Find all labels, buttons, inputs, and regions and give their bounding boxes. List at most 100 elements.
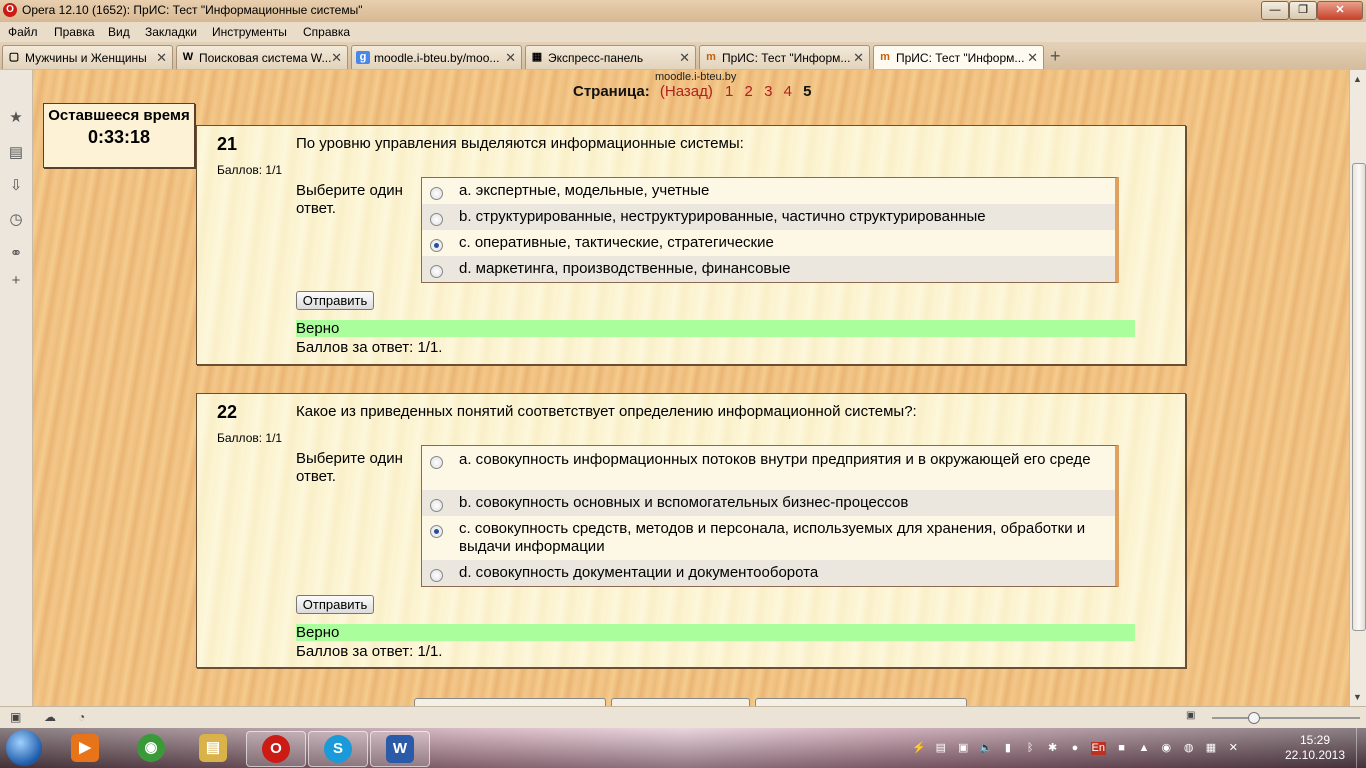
radio-a[interactable] <box>430 456 443 469</box>
page-icon: ▢ <box>8 51 20 63</box>
option-d[interactable]: d. маркетинга, производственные, финансо… <box>422 256 1115 282</box>
tray-app-icon[interactable]: ▤ <box>934 742 947 755</box>
tray-app-icon[interactable]: ▲ <box>1137 742 1150 755</box>
page-link-3[interactable]: 3 <box>764 83 772 100</box>
tray-app-icon[interactable]: ◍ <box>1182 742 1195 755</box>
bluetooth-icon[interactable]: ᛒ <box>1024 742 1037 755</box>
tab-bar: ▢ Мужчины и Женщины ✕ W Поисковая систем… <box>0 42 1366 70</box>
zoom-slider-knob[interactable] <box>1248 712 1260 724</box>
bookmarks-star-icon[interactable]: ★ <box>8 110 24 126</box>
opera-icon[interactable]: O <box>246 731 306 767</box>
submit-button[interactable]: Отправить <box>296 595 374 614</box>
option-c[interactable]: c. оперативные, тактические, стратегичес… <box>422 230 1115 256</box>
option-b[interactable]: b. структурированные, неструктурированны… <box>422 204 1115 230</box>
tray-app-icon[interactable]: ▣ <box>957 742 970 755</box>
menu-help[interactable]: Справка <box>303 25 350 39</box>
radio-a[interactable] <box>430 187 443 200</box>
clock-date: 22.10.2013 <box>1284 748 1346 762</box>
tab-label: Мужчины и Женщины <box>25 51 147 65</box>
option-c-text: c. совокупность средств, методов и персо… <box>459 520 1086 555</box>
tab-1[interactable]: ▢ Мужчины и Женщины ✕ <box>2 45 173 69</box>
option-a[interactable]: a. экспертные, модельные, учетные <box>422 178 1115 204</box>
minimize-button[interactable]: — <box>1261 1 1289 20</box>
page-link-2[interactable]: 2 <box>745 83 753 100</box>
close-window-button[interactable]: ✕ <box>1317 1 1363 20</box>
tab-close-icon[interactable]: ✕ <box>505 50 516 66</box>
menu-file[interactable]: Файл <box>8 25 38 39</box>
tray-app-icon[interactable]: ◉ <box>1160 742 1173 755</box>
turbo-icon[interactable]: ◔ <box>78 710 85 724</box>
new-tab-plus-icon[interactable]: + <box>1050 46 1061 67</box>
windows-start-button[interactable] <box>6 730 42 766</box>
page-navigation: Страница: (Назад) 1 2 3 4 5 <box>573 83 811 100</box>
network-signal-icon[interactable]: ▮ <box>1001 742 1014 755</box>
radio-d[interactable] <box>430 569 443 582</box>
submit-button[interactable]: Отправить <box>296 291 374 310</box>
tray-app-icon[interactable]: ✕ <box>1227 742 1240 755</box>
opera-unite-cloud-icon[interactable]: ☁ <box>44 710 56 724</box>
history-icon[interactable]: ◷ <box>8 212 24 228</box>
vertical-scrollbar[interactable]: ▲ ▼ <box>1349 70 1366 706</box>
scroll-down-icon[interactable]: ▼ <box>1353 692 1362 702</box>
page-link-1[interactable]: 1 <box>725 83 733 100</box>
tab-close-icon[interactable]: ✕ <box>1027 50 1038 66</box>
media-player-icon[interactable]: ▶ <box>56 731 114 765</box>
tab-2[interactable]: W Поисковая система W... ✕ <box>176 45 348 69</box>
tray-app-icon[interactable]: ■ <box>1115 742 1128 755</box>
option-b[interactable]: b. совокупность основных и вспомогательн… <box>422 490 1115 516</box>
radio-d[interactable] <box>430 265 443 278</box>
menu-bar: Файл Правка Вид Закладки Инструменты Спр… <box>0 22 1366 42</box>
option-a[interactable]: a. совокупность информационных потоков в… <box>422 446 1115 490</box>
scroll-up-icon[interactable]: ▲ <box>1353 74 1362 84</box>
downloads-icon[interactable]: ⇩ <box>8 178 24 194</box>
volume-icon[interactable]: 🔈 <box>979 742 993 755</box>
question-text: Какое из приведенных понятий соответству… <box>296 403 917 420</box>
menu-bookmarks[interactable]: Закладки <box>145 25 197 39</box>
chrome-icon[interactable]: ◉ <box>122 731 180 765</box>
taskbar-clock[interactable]: 15:29 22.10.2013 <box>1283 733 1347 763</box>
tab-6-active[interactable]: m ПрИС: Тест "Информ... ✕ <box>873 45 1044 69</box>
tray-app-icon[interactable]: ● <box>1068 742 1081 755</box>
tab-close-icon[interactable]: ✕ <box>331 50 342 66</box>
wikipedia-icon: W <box>182 51 194 63</box>
word-icon[interactable]: W <box>370 731 430 767</box>
zoom-slider-track[interactable] <box>1212 717 1360 719</box>
scrollbar-thumb[interactable] <box>1352 163 1366 631</box>
option-c[interactable]: c. совокупность средств, методов и персо… <box>422 516 1115 560</box>
tab-3[interactable]: g moodle.i-bteu.by/moo... ✕ <box>351 45 522 69</box>
tab-4[interactable]: ▦ Экспресс-панель ✕ <box>525 45 696 69</box>
window-titlebar: O Opera 12.10 (1652): ПрИС: Тест "Информ… <box>0 0 1366 22</box>
radio-b[interactable] <box>430 213 443 226</box>
explorer-folder-icon[interactable]: ▤ <box>184 731 242 765</box>
page-link-4[interactable]: 4 <box>784 83 792 100</box>
menu-view[interactable]: Вид <box>108 25 130 39</box>
links-icon[interactable]: ⚭ <box>8 246 24 262</box>
radio-b[interactable] <box>430 499 443 512</box>
add-panel-icon[interactable]: + <box>8 273 24 289</box>
tray-app-icon[interactable]: ⚡ <box>912 742 926 755</box>
bottom-nav-button[interactable] <box>611 698 750 706</box>
view-options-icon[interactable]: ▣ <box>1186 710 1195 721</box>
tab-close-icon[interactable]: ✕ <box>679 50 690 66</box>
radio-c-checked[interactable] <box>430 239 443 252</box>
score-feedback: Баллов за ответ: 1/1. <box>296 339 443 356</box>
tab-5[interactable]: m ПрИС: Тест "Информ... ✕ <box>699 45 870 69</box>
bottom-nav-button[interactable] <box>755 698 967 706</box>
option-d[interactable]: d. совокупность документации и документо… <box>422 560 1115 586</box>
notes-icon[interactable]: ▤ <box>8 145 24 161</box>
tab-close-icon[interactable]: ✕ <box>156 50 167 66</box>
menu-edit[interactable]: Правка <box>54 25 95 39</box>
tray-app-icon[interactable]: ▦ <box>1204 742 1217 755</box>
radio-c-checked[interactable] <box>430 525 443 538</box>
show-desktop-button[interactable] <box>1356 728 1366 768</box>
skype-icon[interactable]: S <box>308 731 368 767</box>
language-indicator[interactable]: En <box>1090 742 1106 755</box>
page-back-link[interactable]: (Назад) <box>660 83 713 100</box>
maximize-button[interactable]: ❐ <box>1289 1 1317 20</box>
option-b-text: b. совокупность основных и вспомогательн… <box>459 494 909 511</box>
tab-close-icon[interactable]: ✕ <box>853 50 864 66</box>
tray-app-icon[interactable]: ✱ <box>1046 742 1059 755</box>
panel-toggle-icon[interactable]: ▣ <box>10 710 21 724</box>
menu-tools[interactable]: Инструменты <box>212 25 287 39</box>
bottom-nav-button[interactable] <box>414 698 606 706</box>
